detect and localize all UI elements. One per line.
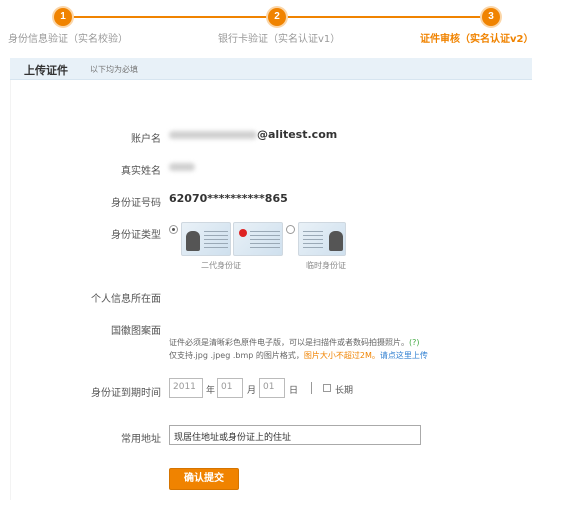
- card-photo: [186, 231, 200, 251]
- submit-button[interactable]: 确认提交: [169, 468, 239, 490]
- idtype-option-1-caption: 二代身份证: [201, 261, 241, 270]
- step-3-label: 证件审核（实名认证v2）: [420, 34, 534, 45]
- expiry-day-unit: 日: [289, 386, 299, 396]
- help-icon[interactable]: (?): [409, 338, 420, 347]
- account-suffix: @alitest.com: [257, 128, 338, 141]
- upload-requirement-note: 证件必须是清晰彩色原件电子版，可以是扫描件或者数码拍摄照片。(?) 仅支持.jp…: [169, 336, 428, 362]
- step-2-circle: 2: [268, 8, 286, 26]
- expiry-month-unit: 月: [247, 386, 257, 396]
- upload-here-link[interactable]: 请点这里上传: [380, 351, 428, 360]
- card-text-lines: [250, 231, 280, 249]
- expiry-month-input[interactable]: 01: [217, 378, 243, 398]
- expiry-separator: [311, 382, 312, 394]
- expiry-year-unit: 年: [206, 386, 216, 396]
- step-1-circle: 1: [54, 8, 72, 26]
- expiry-label: 身份证到期时间: [91, 388, 161, 399]
- realname-label: 真实姓名: [121, 166, 161, 177]
- expiry-day-input[interactable]: 01: [259, 378, 285, 398]
- idtype-label: 身份证类型: [111, 230, 161, 241]
- personal-page-label: 个人信息所在面: [91, 294, 161, 305]
- card-photo: [329, 231, 343, 251]
- section-title: 上传证件: [24, 64, 68, 77]
- section-subtitle: 以下均为必填: [90, 65, 138, 74]
- second-gen-id-card-back: [233, 222, 283, 256]
- step-line-2: [286, 16, 482, 18]
- idtype-radio-temporary[interactable]: [286, 225, 295, 234]
- section-header: 上传证件 以下均为必填: [10, 58, 532, 80]
- note-line-2: 仅支持.jpg .jpeg .bmp 的图片格式，图片大小不超过2M。请点这里上…: [169, 351, 428, 360]
- step-1-label: 身份信息验证（实名校验）: [8, 34, 128, 45]
- card-emblem: [239, 229, 247, 237]
- realname-blurred: [169, 163, 195, 171]
- longterm-label: 长期: [335, 386, 354, 396]
- card-text-lines: [303, 231, 323, 249]
- idnum-value: 62070**********865: [169, 192, 288, 205]
- upload-form: 账户名 @alitest.com 真实姓名 身份证号码 62070*******…: [10, 80, 532, 500]
- account-label: 账户名: [131, 134, 161, 145]
- address-label: 常用地址: [121, 434, 161, 445]
- expiry-year-input[interactable]: 2011: [169, 378, 203, 398]
- emblem-page-label: 国徽图案面: [111, 326, 161, 337]
- longterm-checkbox[interactable]: [323, 384, 331, 392]
- idnum-label: 身份证号码: [111, 198, 161, 209]
- card-text-lines: [204, 231, 228, 249]
- address-input[interactable]: 现居住地址或身份证上的住址: [169, 425, 421, 445]
- step-2-label: 银行卡验证（实名认证v1）: [218, 34, 341, 45]
- account-blurred: [169, 131, 257, 139]
- step-3-circle: 3: [482, 8, 500, 26]
- account-value: @alitest.com: [169, 128, 337, 141]
- second-gen-id-card-front: [181, 222, 231, 256]
- idtype-radio-second-gen[interactable]: [169, 225, 178, 234]
- step-line-1: [72, 16, 268, 18]
- progress-steps: 1 身份信息验证（实名校验） 2 银行卡验证（实名认证v1） 3 证件审核（实名…: [0, 0, 577, 52]
- temporary-id-card: [298, 222, 346, 256]
- realname-value: [169, 160, 195, 173]
- idtype-option-2-caption: 临时身份证: [306, 261, 346, 270]
- note-line-1: 证件必须是清晰彩色原件电子版，可以是扫描件或者数码拍摄照片。(?): [169, 338, 420, 347]
